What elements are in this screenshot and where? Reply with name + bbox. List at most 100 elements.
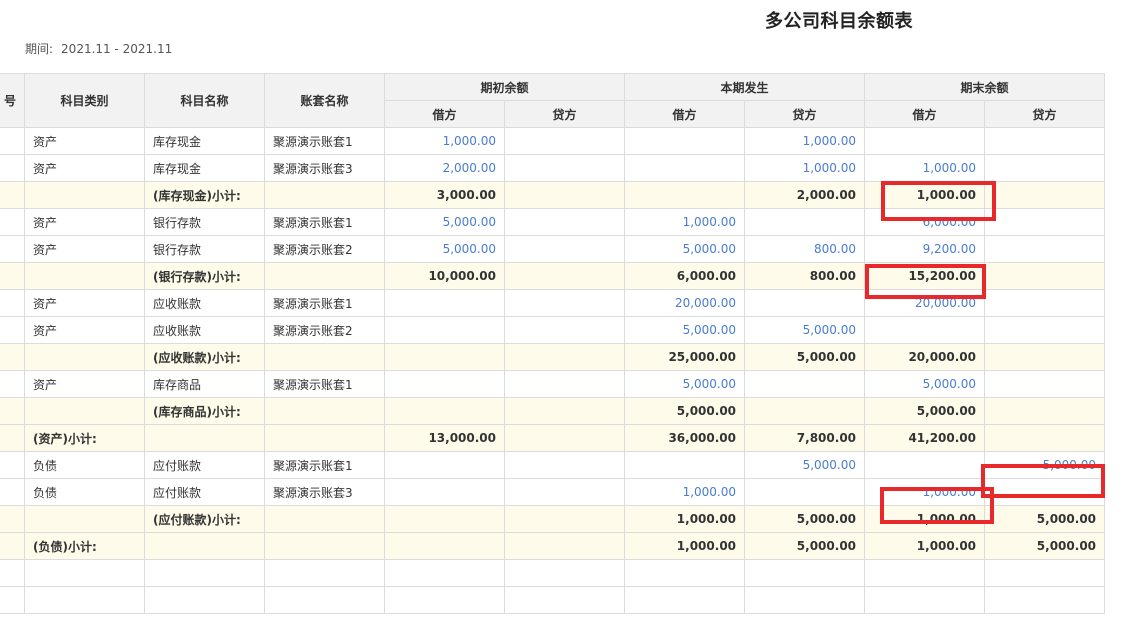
seq-cell [0, 316, 26, 344]
subtotal-row[interactable]: (库存现金)小计: 3,000.00 2,000.00 1,000.00 [0, 181, 1106, 209]
book-name-cell [264, 505, 386, 533]
activity-debit-cell [624, 127, 746, 155]
book-name-header[interactable]: 账套名称 [264, 73, 386, 128]
closing-debit-cell[interactable]: 6,000.00 [864, 208, 986, 236]
closing-debit-cell[interactable]: 1,000.00 [864, 478, 986, 506]
activity-debit-cell[interactable]: 5,000.00 [624, 370, 746, 398]
activity-credit-cell [744, 397, 866, 425]
category-cell: 资产 [24, 154, 146, 182]
activity-credit-header[interactable]: 贷方 [744, 100, 866, 128]
activity-credit-cell: 800.00 [744, 262, 866, 290]
closing-debit-header[interactable]: 借方 [864, 100, 986, 128]
category-cell [24, 559, 146, 587]
opening-debit-cell [384, 532, 506, 560]
opening-credit-cell [504, 424, 626, 452]
book-name-cell [264, 343, 386, 371]
closing-debit-cell [864, 559, 986, 587]
account-name-cell: 库存商品 [144, 370, 266, 398]
closing-debit-cell: 41,200.00 [864, 424, 986, 452]
opening-credit-cell [504, 532, 626, 560]
closing-debit-cell: 20,000.00 [864, 343, 986, 371]
opening-credit-header[interactable]: 贷方 [504, 100, 626, 128]
closing-credit-cell [984, 343, 1106, 371]
activity-debit-cell[interactable]: 1,000.00 [624, 208, 746, 236]
book-name-cell: 聚源演示账套1 [264, 127, 386, 155]
table-row[interactable]: 资产 应收账款 聚源演示账套1 20,000.00 20,000.00 [0, 289, 1106, 317]
table-row[interactable] [0, 559, 1106, 587]
table-row[interactable]: 负债 应付账款 聚源演示账套3 1,000.00 1,000.00 [0, 478, 1106, 506]
table-body: 资产 库存现金 聚源演示账套1 1,000.00 1,000.00 资产 库存现金 聚源演示账… [0, 127, 1106, 614]
book-name-cell: 聚源演示账套1 [264, 289, 386, 317]
category-cell: 负债 [24, 451, 146, 479]
book-name-cell: 聚源演示账套3 [264, 154, 386, 182]
opening-debit-cell[interactable]: 5,000.00 [384, 208, 506, 236]
subtotal-row[interactable]: (资产)小计: 13,000.00 36,000.00 7,800.00 41,200.… [0, 424, 1106, 452]
table-row[interactable]: 资产 应收账款 聚源演示账套2 5,000.00 5,000.00 [0, 316, 1106, 344]
activity-debit-cell[interactable]: 5,000.00 [624, 235, 746, 263]
activity-credit-cell[interactable]: 1,000.00 [744, 127, 866, 155]
table-row[interactable]: 资产 库存现金 聚源演示账套3 2,000.00 1,000.00 1,000.00 [0, 154, 1106, 182]
activity-credit-cell [744, 586, 866, 614]
activity-credit-cell[interactable]: 5,000.00 [744, 451, 866, 479]
table-row[interactable]: 资产 库存现金 聚源演示账套1 1,000.00 1,000.00 [0, 127, 1106, 155]
account-name-cell [144, 559, 266, 587]
subtotal-row[interactable]: (银行存款)小计: 10,000.00 6,000.00 800.00 15,200.0… [0, 262, 1106, 290]
category-cell: (资产)小计: [24, 424, 146, 452]
subtotal-row[interactable]: (应收账款)小计: 25,000.00 5,000.00 20,000.00 [0, 343, 1106, 371]
activity-debit-cell[interactable]: 20,000.00 [624, 289, 746, 317]
account-name-cell: (应收账款)小计: [144, 343, 266, 371]
seq-cell [0, 586, 26, 614]
activity-credit-cell [744, 478, 866, 506]
opening-debit-cell[interactable]: 5,000.00 [384, 235, 506, 263]
book-name-cell [264, 397, 386, 425]
closing-credit-header[interactable]: 贷方 [984, 100, 1106, 128]
activity-credit-cell [744, 289, 866, 317]
table-row[interactable] [0, 586, 1106, 614]
activity-debit-cell[interactable]: 1,000.00 [624, 478, 746, 506]
activity-credit-cell[interactable]: 800.00 [744, 235, 866, 263]
seq-cell [0, 478, 26, 506]
opening-debit-cell[interactable]: 2,000.00 [384, 154, 506, 182]
closing-debit-cell: 15,200.00 [864, 262, 986, 290]
table-row[interactable]: 资产 银行存款 聚源演示账套2 5,000.00 5,000.00 800.00 9,200… [0, 235, 1106, 263]
activity-credit-cell: 5,000.00 [744, 505, 866, 533]
opening-credit-cell [504, 586, 626, 614]
book-name-cell [264, 424, 386, 452]
book-name-cell [264, 586, 386, 614]
closing-credit-cell[interactable]: 5,000.00 [984, 451, 1106, 479]
closing-debit-cell[interactable]: 9,200.00 [864, 235, 986, 263]
closing-debit-cell[interactable]: 20,000.00 [864, 289, 986, 317]
subtotal-row[interactable]: (负债)小计: 1,000.00 5,000.00 1,000.00 5,000.00 [0, 532, 1106, 560]
seq-header[interactable]: 号 [0, 73, 26, 128]
activity-debit-header[interactable]: 借方 [624, 100, 746, 128]
opening-debit-header[interactable]: 借方 [384, 100, 506, 128]
closing-credit-cell: 5,000.00 [984, 532, 1106, 560]
closing-credit-cell [984, 289, 1106, 317]
opening-debit-cell [384, 316, 506, 344]
closing-debit-cell[interactable]: 1,000.00 [864, 154, 986, 182]
opening-debit-cell [384, 370, 506, 398]
activity-credit-cell [744, 208, 866, 236]
opening-credit-cell [504, 127, 626, 155]
subtotal-row[interactable]: (应付账款)小计: 1,000.00 5,000.00 1,000.00 5,000.0… [0, 505, 1106, 533]
account-name-header[interactable]: 科目名称 [144, 73, 266, 128]
balance-table: 号 科目类别 科目名称 账套名称 期初余额 本期发生 期末余额 借方 贷方 借方… [0, 73, 1106, 614]
activity-credit-cell: 5,000.00 [744, 532, 866, 560]
activity-credit-cell[interactable]: 5,000.00 [744, 316, 866, 344]
closing-debit-cell[interactable]: 5,000.00 [864, 370, 986, 398]
table-row[interactable]: 负债 应付账款 聚源演示账套1 5,000.00 5,000.00 [0, 451, 1106, 479]
table-row[interactable]: 资产 银行存款 聚源演示账套1 5,000.00 1,000.00 6,000.00 [0, 208, 1106, 236]
table-row[interactable]: 资产 库存商品 聚源演示账套1 5,000.00 5,000.00 [0, 370, 1106, 398]
activity-debit-cell[interactable]: 5,000.00 [624, 316, 746, 344]
closing-credit-cell [984, 424, 1106, 452]
closing-credit-cell [984, 181, 1106, 209]
activity-debit-cell [624, 586, 746, 614]
category-header[interactable]: 科目类别 [24, 73, 146, 128]
activity-credit-cell[interactable]: 1,000.00 [744, 154, 866, 182]
opening-debit-cell[interactable]: 1,000.00 [384, 127, 506, 155]
seq-cell [0, 343, 26, 371]
subtotal-row[interactable]: (库存商品)小计: 5,000.00 5,000.00 [0, 397, 1106, 425]
closing-credit-cell: 5,000.00 [984, 505, 1106, 533]
closing-debit-cell: 1,000.00 [864, 181, 986, 209]
account-name-cell: 库存现金 [144, 154, 266, 182]
